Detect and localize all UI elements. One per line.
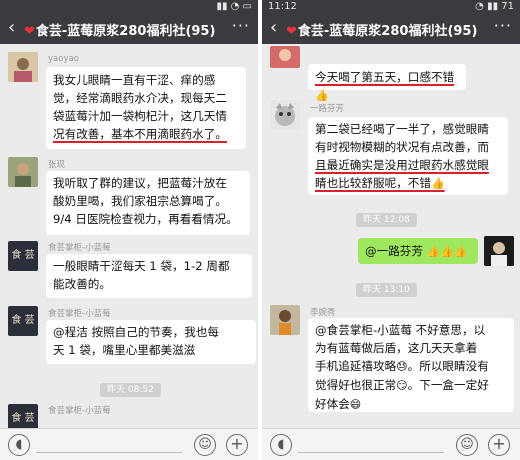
- thumbs-up-icon: 👍: [315, 89, 329, 102]
- self-message-bubble[interactable]: @一路芬芳 👍👍👍: [358, 238, 478, 264]
- chat-title: ❤食芸-蓝莓原浆280福利社(95): [286, 24, 478, 39]
- back-arrow-icon[interactable]: ‹: [270, 17, 277, 38]
- avatar-seal[interactable]: 食 芸: [8, 306, 38, 336]
- message-line: 为有蓝莓做后盾，这几天天拿着: [315, 341, 478, 355]
- status-icons: ▮▮ ◔ ▭: [216, 1, 252, 12]
- user-photo-icon: [8, 52, 38, 82]
- back-arrow-icon[interactable]: ‹: [8, 17, 15, 38]
- status-time: 11:12: [268, 1, 297, 12]
- user-photo-icon: [270, 305, 300, 335]
- message-line-underlined: 且最近确实是没用过眼药水感觉眼: [315, 158, 489, 172]
- chat-title: ❤食芸-蓝莓原浆280福利社(95): [24, 24, 216, 39]
- message-text: @一路芬芳: [365, 244, 423, 258]
- input-bar: ◖ ☺ +: [262, 428, 520, 460]
- sender-name: yaoyao: [48, 54, 79, 64]
- time-chip: 昨天 12:08: [356, 213, 417, 227]
- thumbs-up-icon: 👍👍👍: [422, 245, 468, 258]
- cat-avatar-icon: [270, 100, 300, 130]
- title-bar: ‹ ❤食芸-蓝莓原浆280福利社(95) ···: [262, 14, 520, 44]
- message-line: 第二袋已经喝了一半了，感觉眼睛: [315, 122, 489, 136]
- message-line: 觉，经常滴眼药水介决，现每天二: [53, 91, 227, 105]
- smile-icon: 😄: [349, 398, 362, 411]
- battery-level: ◔ ▮▮ 71: [475, 1, 514, 12]
- self-avatar[interactable]: [484, 236, 514, 266]
- thumbs-up-icon: 👍: [430, 177, 445, 190]
- sender-name: 李婉秀: [310, 308, 336, 318]
- plus-icon[interactable]: +: [226, 434, 248, 456]
- title-bar: ‹ ❤食芸-蓝莓原浆280福利社(95) ···: [0, 14, 258, 44]
- heart-icon: ❤: [24, 24, 35, 39]
- user-photo-icon: [484, 236, 514, 266]
- signal-icon: ◔ ▮▮: [475, 1, 502, 12]
- message-bubble[interactable]: @食芸掌柜-小蓝莓 不好意思，以 为有蓝莓做后盾，这几天天拿着 手机追延禧攻略😓…: [308, 318, 514, 412]
- emoji-icon[interactable]: ☺: [194, 434, 216, 456]
- message-line: 酸奶里喝，我们家祖宗总算喝了。: [53, 194, 227, 208]
- message-line-underlined: 睛也比较舒服呢，不错👍: [315, 176, 445, 190]
- avatar[interactable]: [270, 100, 300, 130]
- user-photo-icon: [270, 46, 300, 68]
- right-chat-screen: 11:12 ◔ ▮▮ 71 ‹ ❤食芸-蓝莓原浆280福利社(95) ··· 今…: [262, 0, 520, 460]
- avatar[interactable]: [270, 46, 300, 68]
- message-bubble[interactable]: 今天喝了第五天，口感不错 👍: [308, 64, 466, 102]
- message-bubble[interactable]: 第二袋已经喝了一半了，感觉眼睛 有时视物模糊的状况有点改善，而 且最近确实是没用…: [308, 117, 508, 195]
- more-options-icon[interactable]: ···: [232, 16, 250, 35]
- message-line: @食芸掌柜-小蓝莓 不好意思，以: [315, 323, 486, 337]
- message-line-underlined: 况有改善，基本不用滴眼药水了。: [53, 127, 227, 141]
- emoji-icon[interactable]: ☺: [456, 434, 478, 456]
- message-input[interactable]: [298, 452, 444, 453]
- smirk-icon: 😏: [396, 379, 408, 392]
- chat-header: 11:12 ◔ ▮▮ 71 ‹ ❤食芸-蓝莓原浆280福利社(95) ···: [262, 0, 520, 44]
- voice-icon[interactable]: ◖: [8, 434, 30, 456]
- message-line: 觉得好也很正常😏。下一盒一定好: [315, 378, 489, 392]
- message-bubble[interactable]: @程洁 按照自己的节奏，我也每 天 1 袋，嘴里心里都美滋滋: [46, 320, 256, 364]
- voice-icon[interactable]: ◖: [270, 434, 292, 456]
- time-chip: 昨天 13:10: [356, 283, 417, 297]
- message-line: 我听取了群的建议，把蓝莓汁放在: [53, 176, 227, 190]
- avatar[interactable]: [270, 305, 300, 335]
- sender-name: 食芸掌柜-小蓝莓: [48, 406, 111, 416]
- message-bubble[interactable]: 我听取了群的建议，把蓝莓汁放在 酸奶里喝，我们家祖宗总算喝了。 9/4 日医院检…: [46, 171, 250, 235]
- sweat-smile-icon: 😓: [396, 360, 408, 373]
- message-bubble[interactable]: 我女儿眼睛一直有干涩、痒的感 觉，经常滴眼药水介决，现每天二 袋蓝莓汁加一袋枸杞…: [46, 67, 246, 149]
- more-options-icon[interactable]: ···: [494, 16, 512, 35]
- heart-icon: ❤: [286, 24, 297, 39]
- message-line: 手机追延禧攻略😓。所以眼睛没有: [315, 359, 489, 373]
- sender-name: 张现: [48, 160, 66, 170]
- user-photo-icon: [8, 157, 38, 187]
- chat-header: ▮▮ ◔ ▭ ‹ ❤食芸-蓝莓原浆280福利社(95) ···: [0, 0, 258, 44]
- plus-icon[interactable]: +: [488, 434, 510, 456]
- message-line: @程洁 按照自己的节奏，我也每: [53, 325, 219, 339]
- avatar-seal[interactable]: 食 芸: [8, 241, 38, 271]
- message-line: 袋蓝莓汁加一袋枸杞汁，这几天情: [53, 109, 227, 123]
- time-chip: 昨天 08:52: [100, 383, 161, 397]
- message-line: 我女儿眼睛一直有干涩、痒的感: [53, 73, 216, 87]
- message-line: 能改善的。: [53, 277, 111, 291]
- message-line: 天 1 袋，嘴里心里都美滋滋: [53, 343, 196, 357]
- input-bar: ◖ ☺ +: [0, 428, 258, 460]
- message-line: 9/4 日医院检查视力，再看看情况。: [53, 212, 238, 226]
- avatar[interactable]: [8, 52, 38, 82]
- message-text: 今天喝了第五天，口感不错: [315, 70, 455, 84]
- message-line: 一般眼睛干涩每天 1 袋，1-2 周都: [53, 259, 230, 273]
- sender-name: 一路芬芳: [310, 104, 345, 114]
- sender-name: 食芸掌柜-小蓝莓: [48, 243, 111, 253]
- sender-name: 食芸掌柜-小蓝莓: [48, 309, 111, 319]
- message-bubble[interactable]: 一般眼睛干涩每天 1 袋，1-2 周都 能改善的。: [46, 254, 252, 298]
- status-bar: ▮▮ ◔ ▭: [0, 0, 258, 14]
- message-line: 有时视物模糊的状况有点改善，而: [315, 140, 489, 154]
- status-bar: 11:12 ◔ ▮▮ 71: [262, 0, 520, 14]
- message-input[interactable]: [36, 452, 182, 453]
- left-chat-screen: ▮▮ ◔ ▭ ‹ ❤食芸-蓝莓原浆280福利社(95) ··· yaoyao 我…: [0, 0, 258, 460]
- avatar[interactable]: [8, 157, 38, 187]
- message-line: 好体会😄: [315, 397, 362, 411]
